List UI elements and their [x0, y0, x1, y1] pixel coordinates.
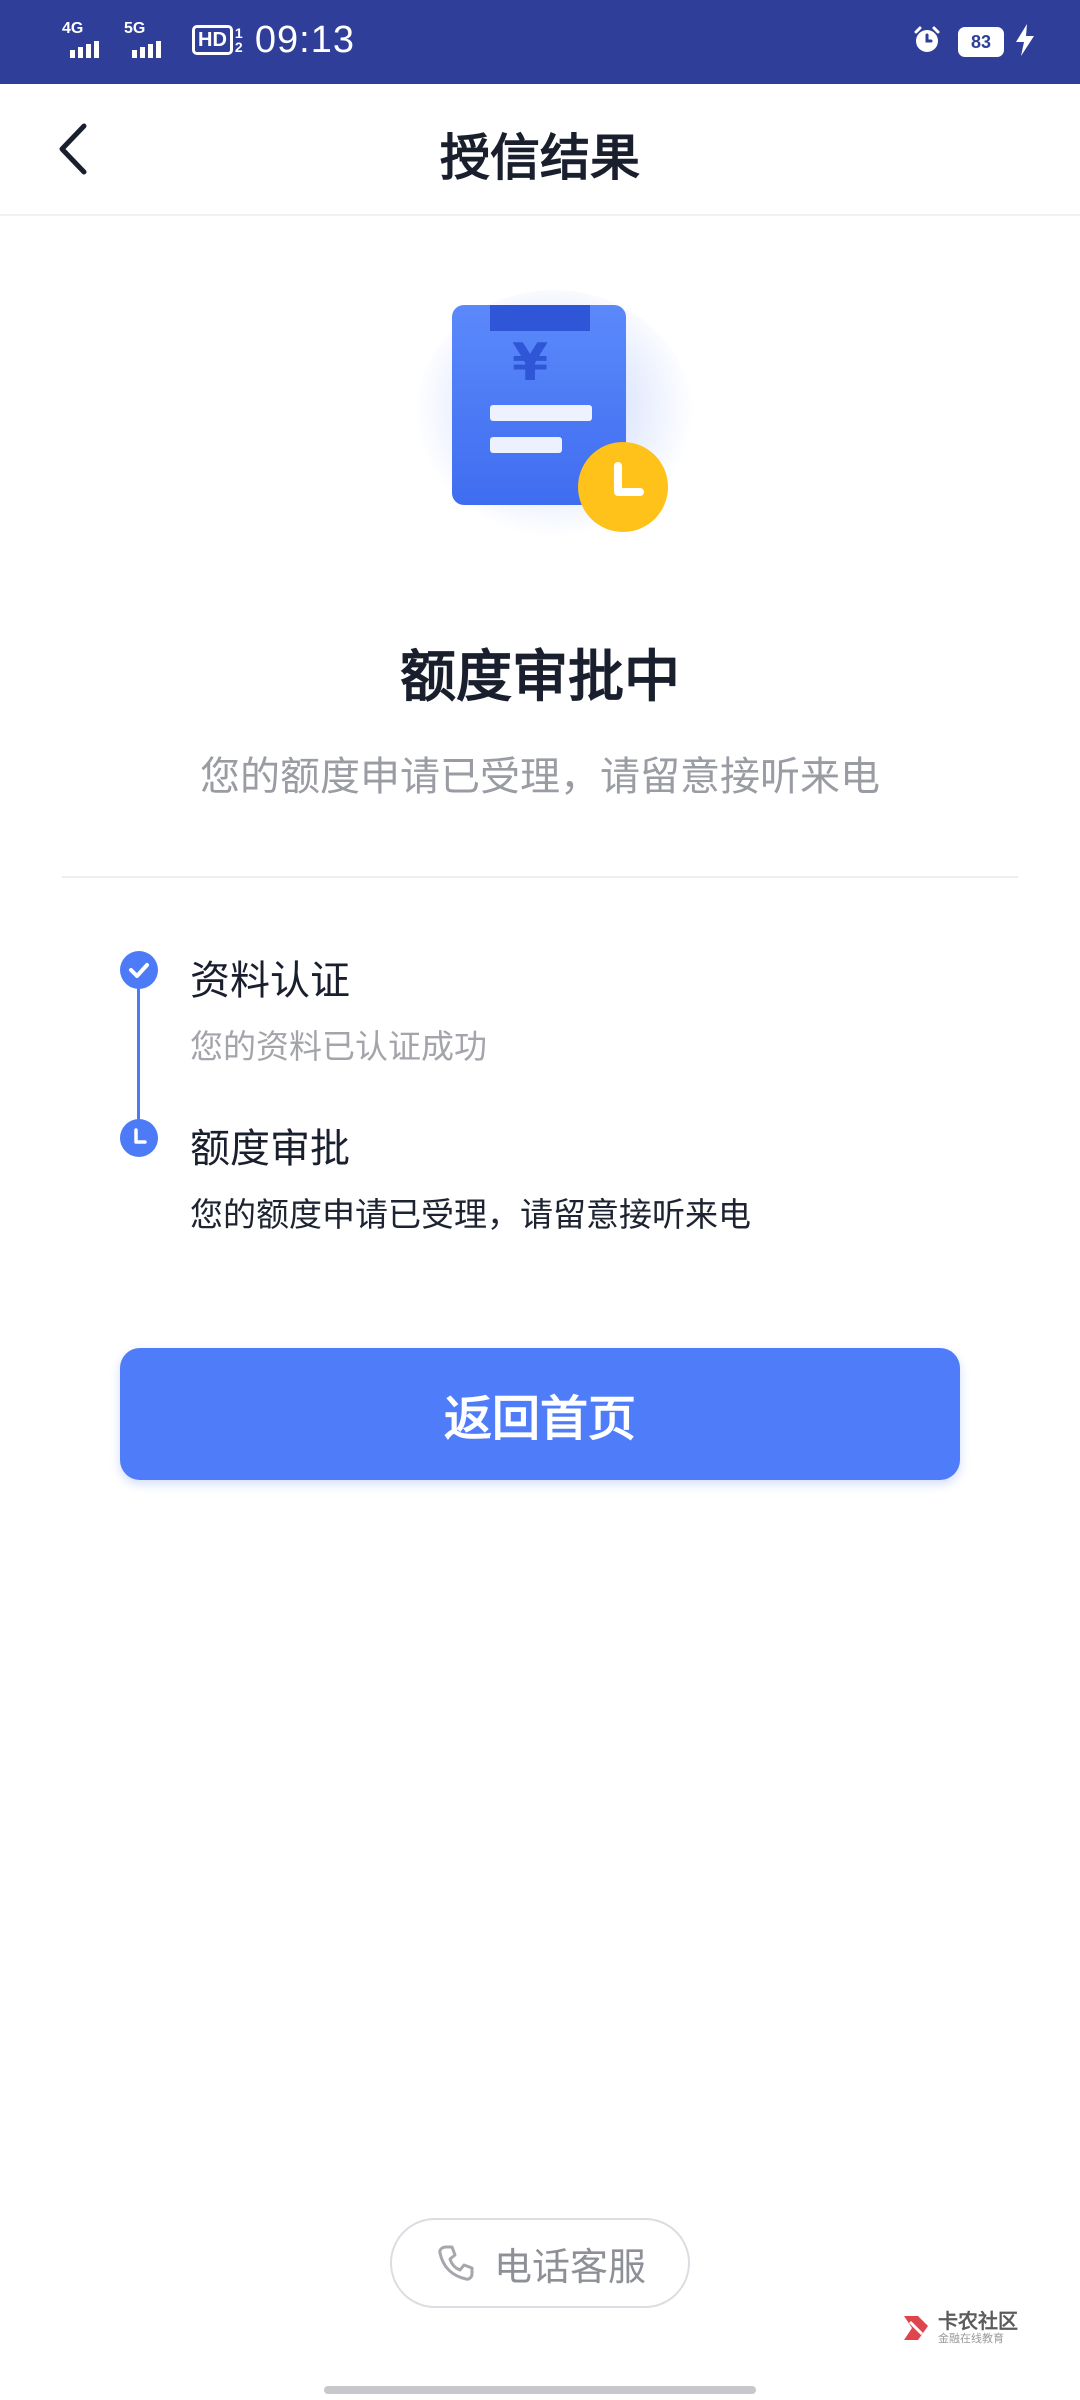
home-indicator[interactable]: [324, 2386, 756, 2394]
charging-icon: [1014, 24, 1036, 60]
phone-icon: [438, 2245, 474, 2281]
signal-4g-icon: 4G: [62, 18, 116, 62]
status-description: 您的额度申请已受理，请留意接听来电: [200, 754, 880, 800]
phone-service-label: 电话客服: [493, 2244, 646, 2289]
page-title: 授信结果: [440, 129, 640, 187]
step-2-description: 您的额度申请已受理，请留意接听来电: [190, 1195, 751, 1234]
clock-icon: [120, 1119, 158, 1157]
nav-bar: 授信结果: [0, 84, 1080, 216]
step-connector: [137, 980, 140, 1136]
status-bar: 4G 5G HD 1 2 09:13 83: [0, 0, 1080, 84]
hd-voice-sub: 1 2: [234, 25, 243, 55]
return-home-button[interactable]: 返回首页: [120, 1348, 960, 1480]
watermark-text: 卡农社区: [938, 2309, 1018, 2333]
hd-voice-icon: HD: [192, 25, 233, 55]
signal-4g-label: 4G: [62, 20, 84, 37]
step-1-description: 您的资料已认证成功: [190, 1027, 487, 1066]
signal-5g-icon: 5G: [124, 18, 178, 62]
clock-time: 09:13: [254, 18, 355, 61]
signal-5g-label: 5G: [124, 20, 146, 37]
status-title: 额度审批中: [400, 645, 680, 710]
community-logo-icon: [904, 2316, 928, 2340]
step-1-title: 资料认证: [190, 958, 350, 1004]
battery-indicator: 83: [958, 27, 1004, 57]
phone-service-button[interactable]: 电话客服: [390, 2218, 690, 2308]
divider: [62, 876, 1018, 878]
alarm-icon: [912, 25, 942, 59]
check-icon: [120, 951, 158, 989]
watermark-subtext: 金融在线教育: [938, 2332, 1004, 2345]
step-2-title: 额度审批: [190, 1126, 350, 1172]
svg-text:¥: ¥: [512, 333, 548, 393]
document-yen-clock-icon: ¥: [404, 270, 704, 570]
watermark-logo: 卡农社区 金融在线教育: [900, 2310, 1018, 2346]
